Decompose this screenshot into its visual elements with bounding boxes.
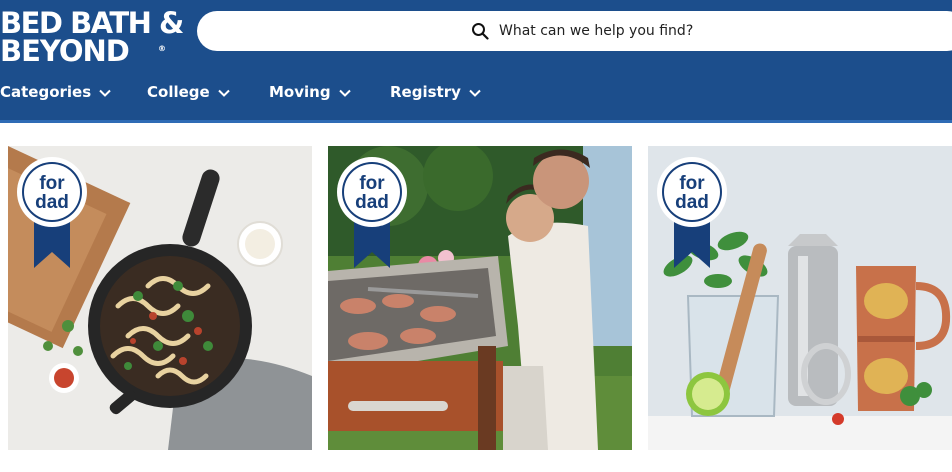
- badge-text-for: for: [679, 173, 705, 194]
- for-dad-badge: for dad: [657, 157, 727, 268]
- for-dad-badge: for dad: [17, 157, 87, 268]
- logo-registered-mark: ®: [158, 44, 166, 53]
- search-icon[interactable]: [471, 22, 489, 40]
- nav-item-registry[interactable]: Registry: [390, 78, 481, 106]
- nav-item-label: College: [147, 83, 210, 101]
- badge-text-dad: dad: [675, 192, 709, 213]
- badge-text-for: for: [359, 173, 385, 194]
- header-accent-line: [0, 120, 952, 123]
- nav-item-categories[interactable]: Categories: [0, 78, 111, 106]
- chevron-down-icon: [469, 89, 481, 97]
- promo-tile-grilling[interactable]: for dad: [328, 146, 632, 450]
- nav-item-moving[interactable]: Moving: [269, 78, 351, 106]
- badge-text-for: for: [39, 173, 65, 194]
- search-input[interactable]: [499, 21, 919, 41]
- chevron-down-icon: [217, 89, 230, 97]
- nav-item-label: Categories: [0, 83, 92, 101]
- site-header: BED BATH & BEYOND ® Categories College M…: [0, 0, 952, 120]
- chevron-down-icon: [338, 89, 351, 97]
- badge-text-dad: dad: [35, 192, 69, 213]
- search-bar[interactable]: [197, 11, 952, 51]
- nav-item-label: Registry: [390, 83, 461, 101]
- for-dad-badge: for dad: [337, 157, 407, 268]
- nav-item-label: Moving: [269, 83, 331, 101]
- brand-logo[interactable]: BED BATH & BEYOND ®: [0, 8, 184, 68]
- chevron-down-icon: [99, 89, 111, 97]
- badge-text-dad: dad: [355, 192, 389, 213]
- nav-item-college[interactable]: College: [147, 78, 230, 106]
- logo-line-2: BEYOND: [0, 34, 130, 68]
- promo-tile-skillet[interactable]: for dad: [8, 146, 312, 450]
- promo-tile-barware[interactable]: for dad: [648, 146, 952, 450]
